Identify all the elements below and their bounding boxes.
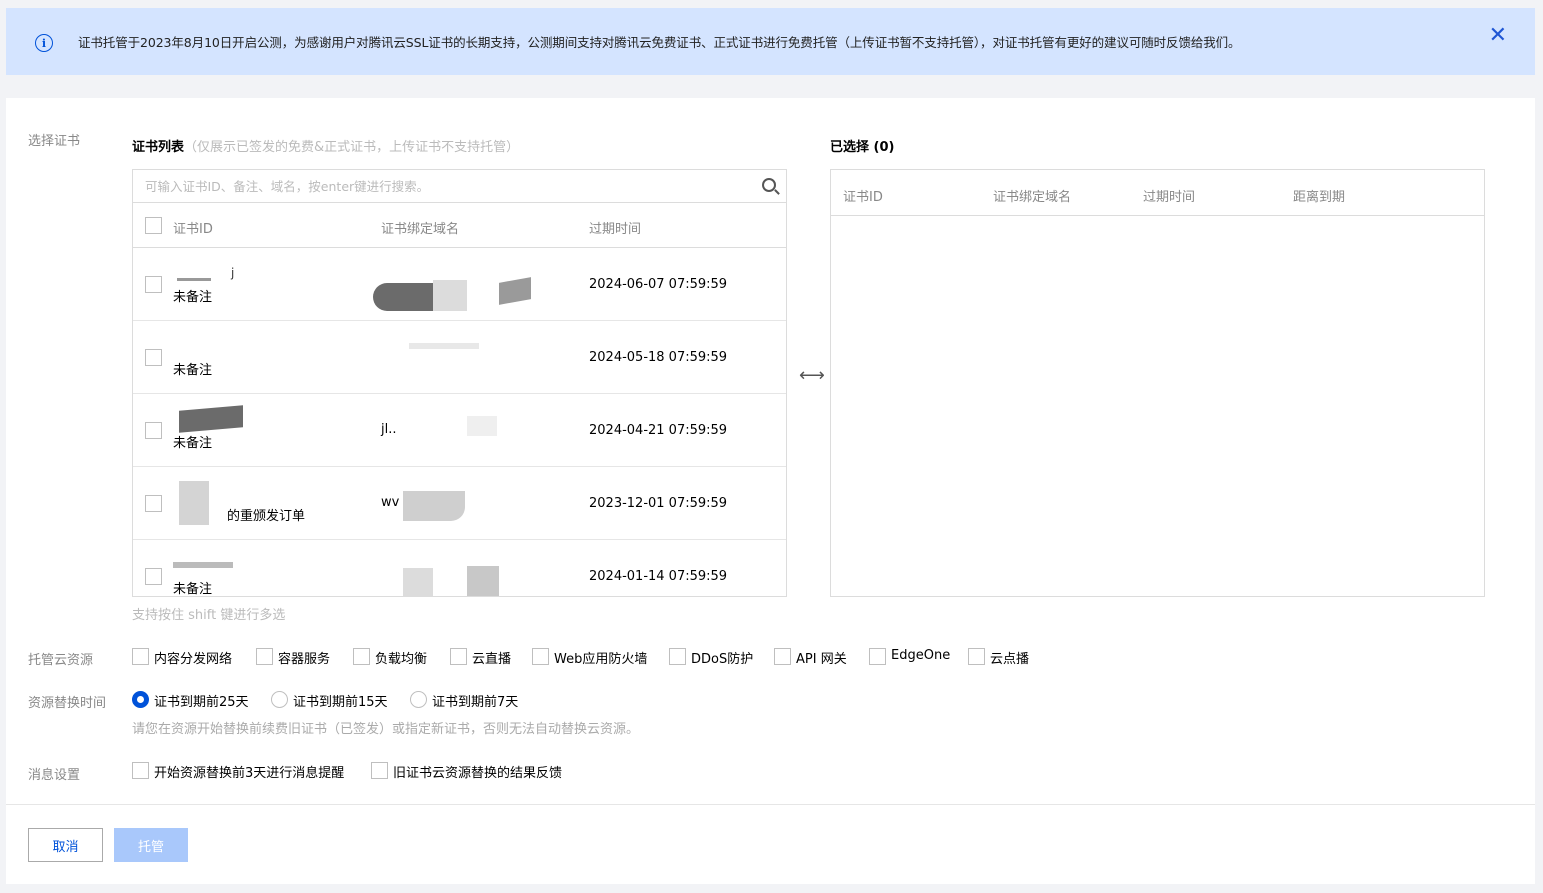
checkbox[interactable] [774, 648, 791, 665]
redacted-domain [403, 568, 433, 596]
selected-column-expire: 过期时间 [1143, 190, 1196, 205]
resource-label: DDoS防护 [691, 652, 754, 667]
select-cert-label: 选择证书 [28, 134, 81, 149]
selected-table-header: 证书ID 证书绑定域名 过期时间 距离到期 [831, 170, 1484, 216]
cert-id: j [231, 266, 235, 280]
transfer-arrows-icon: ⟷ [799, 365, 825, 386]
table-row[interactable]: 未备注 2024-01-14 07:59:59 [133, 540, 786, 596]
checkbox[interactable] [371, 762, 388, 779]
table-row[interactable]: j 未备注 2024-06-07 07:59:59 [133, 248, 786, 321]
column-header-domain: 证书绑定域名 [381, 222, 460, 237]
cert-note: 未备注 [173, 363, 213, 378]
checkbox[interactable] [132, 648, 149, 665]
search-icon[interactable] [762, 178, 776, 192]
hosting-form: 选择证书 证书列表（仅展示已签发的免费&正式证书，上传证书不支持托管） 证书ID… [6, 98, 1535, 884]
checkbox[interactable] [869, 648, 886, 665]
redacted-domain [403, 491, 465, 521]
cert-note: 未备注 [173, 582, 213, 596]
redacted-id [173, 562, 233, 568]
checkbox[interactable] [532, 648, 549, 665]
table-body: j 未备注 2024-06-07 07:59:59 未备注 2024-05-18… [133, 248, 786, 596]
redacted-id [179, 481, 209, 525]
cert-note: 未备注 [173, 290, 213, 305]
footer-divider [6, 804, 1535, 805]
info-icon: i [35, 34, 53, 52]
redacted-domain [467, 566, 499, 596]
cert-expire: 2024-06-07 07:59:59 [589, 277, 728, 292]
row-checkbox[interactable] [145, 276, 162, 293]
replace-note: 请您在资源开始替换前续费旧证书（已签发）或指定新证书，否则无法自动替换云资源。 [132, 722, 640, 737]
redacted-domain [433, 280, 467, 311]
redacted-id [177, 278, 211, 281]
resource-label: 云点播 [990, 652, 1030, 667]
resource-label: 云直播 [472, 652, 512, 667]
cert-note: 未备注 [173, 436, 213, 451]
checkbox[interactable] [256, 648, 273, 665]
redacted-domain [409, 343, 479, 349]
table-row[interactable]: 的重颁发订单 wv .cn 2023-12-01 07:59:59 [133, 467, 786, 540]
message-option-label: 开始资源替换前3天进行消息提醒 [154, 766, 345, 781]
replace-time-label: 资源替换时间 [28, 696, 107, 711]
resource-label: Web应用防火墙 [554, 652, 648, 667]
search-bar [133, 170, 786, 203]
resource-label: 容器服务 [278, 652, 331, 667]
resources-label: 托管云资源 [28, 653, 94, 668]
radio-label: 证书到期前25天 [154, 695, 249, 710]
cert-expire: 2023-12-01 07:59:59 [589, 496, 728, 511]
notice-text: 证书托管于2023年8月10日开启公测，为感谢用户对腾讯云SSL证书的长期支持，… [78, 35, 1241, 50]
resource-label: API 网关 [796, 652, 847, 667]
row-checkbox[interactable] [145, 568, 162, 585]
select-all-checkbox[interactable] [145, 217, 162, 234]
radio-button[interactable] [410, 691, 427, 708]
redacted-domain [467, 416, 497, 436]
row-checkbox[interactable] [145, 422, 162, 439]
redacted-domain [373, 283, 433, 311]
column-header-cert-id: 证书ID [173, 222, 213, 237]
column-header-expire: 过期时间 [589, 222, 642, 237]
resource-label: 负载均衡 [375, 652, 428, 667]
table-header: 证书ID 证书绑定域名 过期时间 [133, 203, 786, 248]
selected-table: 证书ID 证书绑定域名 过期时间 距离到期 [830, 169, 1485, 597]
row-checkbox[interactable] [145, 495, 162, 512]
resource-label: EdgeOne [891, 648, 951, 663]
table-row[interactable]: 未备注 2024-05-18 07:59:59 [133, 321, 786, 394]
row-checkbox[interactable] [145, 349, 162, 366]
cert-expire: 2024-04-21 07:59:59 [589, 423, 728, 438]
checkbox[interactable] [353, 648, 370, 665]
selected-column-domain: 证书绑定域名 [993, 190, 1072, 205]
selected-title: 已选择 (0) [830, 140, 895, 155]
selected-column-remaining: 距离到期 [1293, 190, 1346, 205]
radio-label: 证书到期前7天 [432, 695, 519, 710]
message-label: 消息设置 [28, 768, 81, 783]
redacted-domain [499, 277, 531, 305]
cert-note: 的重颁发订单 [227, 509, 306, 524]
cert-domain: jl.. [381, 422, 397, 437]
cert-expire: 2024-01-14 07:59:59 [589, 569, 728, 584]
cert-list-table: 证书ID 证书绑定域名 过期时间 j 未备注 2024-06-07 07:59:… [132, 169, 787, 597]
radio-button-selected[interactable] [132, 691, 149, 708]
radio-label: 证书到期前15天 [293, 695, 388, 710]
checkbox[interactable] [968, 648, 985, 665]
search-input[interactable] [133, 170, 786, 202]
close-icon[interactable]: ✕ [1489, 25, 1507, 47]
multi-select-hint: 支持按住 shift 键进行多选 [132, 608, 286, 623]
radio-button[interactable] [271, 691, 288, 708]
message-option-label: 旧证书云资源替换的结果反馈 [393, 766, 563, 781]
cert-list-title: 证书列表（仅展示已签发的免费&正式证书，上传证书不支持托管） [132, 136, 519, 155]
redacted-id [179, 405, 243, 433]
notice-banner: i 证书托管于2023年8月10日开启公测，为感谢用户对腾讯云SSL证书的长期支… [6, 8, 1535, 75]
table-row[interactable]: 未备注 jl.. 2024-04-21 07:59:59 [133, 394, 786, 467]
host-button[interactable]: 托管 [114, 828, 188, 862]
selected-column-cert-id: 证书ID [843, 190, 883, 205]
cancel-button[interactable]: 取消 [28, 828, 103, 862]
checkbox[interactable] [450, 648, 467, 665]
resource-label: 内容分发网络 [154, 652, 233, 667]
cert-expire: 2024-05-18 07:59:59 [589, 350, 728, 365]
checkbox[interactable] [669, 648, 686, 665]
checkbox[interactable] [132, 762, 149, 779]
cert-list-subtitle: （仅展示已签发的免费&正式证书，上传证书不支持托管） [184, 140, 520, 155]
cert-list-title-text: 证书列表 [132, 140, 185, 155]
